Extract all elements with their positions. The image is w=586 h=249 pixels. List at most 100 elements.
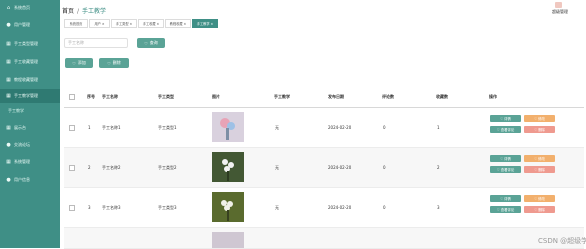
heart-icon: ♡ xyxy=(500,156,504,161)
sidebar-item-system[interactable]: ▦ 系统管理 xyxy=(0,155,60,169)
add-button[interactable]: ♡ 添加 xyxy=(65,58,93,68)
submenu-craft-teaching[interactable]: 手工教学 xyxy=(8,106,60,116)
delete-button[interactable]: ♡ 删除 xyxy=(524,126,555,133)
grid-icon: ▦ xyxy=(6,159,11,165)
grid-icon: ▦ xyxy=(6,59,11,65)
grid-icon: ▦ xyxy=(6,41,11,47)
search-button-label: 查询 xyxy=(149,40,158,45)
delete-button[interactable]: ♡ 删除 xyxy=(524,166,555,173)
delete-label: 删除 xyxy=(538,168,545,172)
heart-icon: ♡ xyxy=(496,207,500,212)
cell-comments: 0 xyxy=(383,165,386,170)
column-header-favorites[interactable]: 收藏数 xyxy=(436,94,448,100)
cell-index: 2 xyxy=(88,165,91,170)
craft-image[interactable] xyxy=(212,112,244,142)
grid-icon: ▦ xyxy=(6,77,11,83)
breadcrumb-separator: / xyxy=(77,8,80,15)
delete-label: 删除 xyxy=(538,208,545,212)
sidebar-item-showcase[interactable]: ▦ 展示台 xyxy=(0,121,60,135)
sidebar-item-label: 教程收藏管理 xyxy=(14,77,38,82)
row-checkbox[interactable] xyxy=(69,125,75,131)
breadcrumb-home[interactable]: 首页 xyxy=(62,8,74,15)
heart-icon: ♡ xyxy=(534,196,538,201)
tab-users[interactable]: 用户 × xyxy=(89,19,110,28)
sidebar-item-label: 展示台 xyxy=(14,125,26,130)
search-button[interactable]: ♡ 查询 xyxy=(137,38,165,48)
tab-tutorial-favorites[interactable]: 教程收藏 × xyxy=(165,19,191,28)
sidebar-item-forum[interactable]: ● 交流论坛 xyxy=(0,138,60,152)
sidebar-item-home[interactable]: ⌂ 系统首页 xyxy=(0,1,60,15)
cell-name: 手工名称3 xyxy=(102,205,121,210)
cell-date: 2024-02-20 xyxy=(328,125,352,130)
edit-label: 修改 xyxy=(538,117,545,121)
grid-icon: ▦ xyxy=(6,125,11,131)
delete-button[interactable]: ♡ 删除 xyxy=(524,206,555,213)
table-row[interactable] xyxy=(64,228,584,249)
home-icon: ⌂ xyxy=(6,5,11,11)
heart-icon: ♡ xyxy=(144,40,148,46)
table-header: 序号 手工名称 手工类型 图片 手工教学 发布日期 评论数 收藏数 操作 xyxy=(64,86,584,108)
breadcrumb-current: 手工教学 xyxy=(82,8,107,15)
cell-name: 手工名称2 xyxy=(102,165,121,170)
sidebar-item-label: 用户管理 xyxy=(14,22,30,27)
view-comments-label: 查看评论 xyxy=(500,128,515,132)
avatar[interactable] xyxy=(555,2,562,8)
sidebar-item-craft-teaching[interactable]: ▦ 手工教学管理 xyxy=(0,89,60,103)
detail-button[interactable]: ♡ 详情 xyxy=(490,115,521,122)
column-header-teaching[interactable]: 手工教学 xyxy=(274,94,290,100)
view-comments-label: 查看评论 xyxy=(500,208,515,212)
row-checkbox[interactable] xyxy=(69,205,75,211)
view-comments-button[interactable]: ♡ 查看评论 xyxy=(490,126,521,133)
table-row[interactable]: 3 手工名称3 手工类型3 无 2024-02-20 0 3 ♡ 详情 ♡ 修改 ♡… xyxy=(64,188,584,228)
column-header-name[interactable]: 手工名称 xyxy=(102,94,118,100)
tab-craft-type[interactable]: 手工类型 × xyxy=(111,19,137,28)
sidebar-item-craft-favorites[interactable]: ▦ 手工收藏管理 xyxy=(0,55,60,69)
craft-image[interactable] xyxy=(212,192,244,222)
craft-image[interactable] xyxy=(212,152,244,182)
sidebar-item-users[interactable]: ● 用户管理 xyxy=(0,18,60,32)
top-bar: 首页 / 手工教学 超级管理 xyxy=(60,0,586,18)
edit-button[interactable]: ♡ 修改 xyxy=(524,115,555,122)
cell-teaching: 无 xyxy=(275,205,279,210)
heart-icon: ♡ xyxy=(496,167,500,172)
edit-button[interactable]: ♡ 修改 xyxy=(524,155,555,162)
table-row[interactable]: 1 手工名称1 手工类型1 无 2024-02-20 0 1 ♡ 详情 ♡ 修改 ♡… xyxy=(64,108,584,148)
table-row[interactable]: 2 手工名称2 手工类型2 无 2024-02-20 0 2 ♡ 详情 ♡ 修改 ♡… xyxy=(64,148,584,188)
cell-index: 3 xyxy=(88,205,91,210)
user-name[interactable]: 超级管理 xyxy=(552,9,568,15)
column-header-type[interactable]: 手工类型 xyxy=(158,94,174,100)
select-all-checkbox[interactable] xyxy=(69,94,75,100)
tab-home[interactable]: 系统首页 xyxy=(64,19,88,28)
row-checkbox[interactable] xyxy=(69,165,75,171)
tab-bar: 系统首页 用户 × 手工类型 × 手工收藏 × 教程收藏 × 手工教学 × xyxy=(64,19,584,28)
tab-craft-favorites[interactable]: 手工收藏 × xyxy=(138,19,164,28)
column-header-index: 序号 xyxy=(87,94,95,99)
detail-button[interactable]: ♡ 详情 xyxy=(490,195,521,202)
sidebar-item-tutorial-favorites[interactable]: ▦ 教程收藏管理 xyxy=(0,73,60,87)
view-comments-button[interactable]: ♡ 查看评论 xyxy=(490,206,521,213)
cell-name: 手工名称1 xyxy=(102,125,121,130)
tab-craft-teaching[interactable]: 手工教学 × xyxy=(192,19,218,28)
column-header-comments[interactable]: 评论数 xyxy=(382,94,394,100)
sidebar-item-label: 手工收藏管理 xyxy=(14,59,38,64)
heart-icon: ♡ xyxy=(500,196,504,201)
search-input[interactable]: 手工名称 xyxy=(64,38,128,48)
column-header-date[interactable]: 发布日期 xyxy=(328,94,344,100)
cell-favorites: 1 xyxy=(437,125,440,130)
sidebar-item-label: 手工类型管理 xyxy=(14,41,38,46)
heart-icon: ♡ xyxy=(534,127,538,132)
craft-image[interactable] xyxy=(212,232,244,248)
detail-label: 详情 xyxy=(504,157,511,161)
delete-selected-button[interactable]: ♡ 删除 xyxy=(99,58,129,68)
sidebar-item-craft-type[interactable]: ▦ 手工类型管理 xyxy=(0,37,60,51)
detail-button[interactable]: ♡ 详情 xyxy=(490,155,521,162)
sidebar-item-user-info[interactable]: ● 用户信息 xyxy=(0,173,60,187)
edit-button[interactable]: ♡ 修改 xyxy=(524,195,555,202)
main-content: 首页 / 手工教学 超级管理 系统首页 用户 × 手工类型 × 手工收藏 × 教程收… xyxy=(60,0,586,249)
column-header-image: 图片 xyxy=(212,94,220,99)
edit-label: 修改 xyxy=(538,197,545,201)
search-placeholder: 手工名称 xyxy=(68,40,84,45)
cell-date: 2024-02-20 xyxy=(328,205,352,210)
heart-icon: ♡ xyxy=(107,60,111,66)
view-comments-button[interactable]: ♡ 查看评论 xyxy=(490,166,521,173)
